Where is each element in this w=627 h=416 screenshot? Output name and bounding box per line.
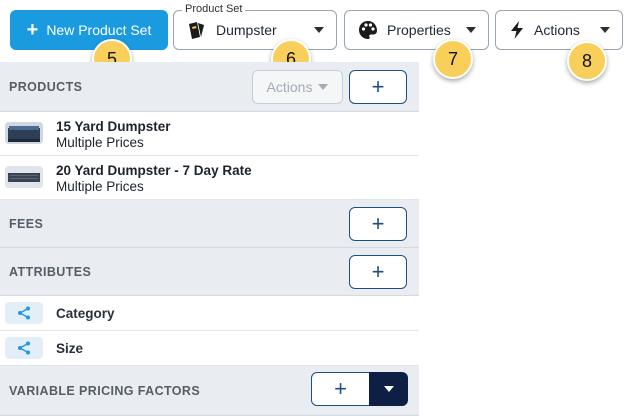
step-badge-8: 8 xyxy=(567,41,607,81)
chevron-down-icon xyxy=(318,84,329,90)
top-toolbar: + New Product Set Product Set Dumpster P… xyxy=(0,0,627,81)
attribute-label: Size xyxy=(56,341,84,356)
attribute-row[interactable]: Size xyxy=(0,331,419,366)
product-name: 15 Yard Dumpster xyxy=(56,119,171,134)
actions-label: Actions xyxy=(534,22,580,38)
variable-pricing-section-header: VARIABLE PRICING FACTORS + xyxy=(0,366,419,416)
fees-section-header: FEES + xyxy=(0,200,419,248)
products-section-title: PRODUCTS xyxy=(9,80,83,94)
product-subtitle: Multiple Prices xyxy=(56,135,144,150)
attribute-row[interactable]: Category xyxy=(0,296,419,331)
products-actions-label: Actions xyxy=(266,79,313,95)
chevron-down-icon xyxy=(600,27,610,33)
products-section-header: PRODUCTS Actions + xyxy=(0,62,419,112)
lightning-bolt-icon xyxy=(511,21,523,39)
dumpster-image-icon xyxy=(5,166,43,188)
product-set-select[interactable]: Product Set Dumpster xyxy=(173,3,337,50)
add-attribute-button[interactable]: + xyxy=(349,255,407,289)
new-product-set-button[interactable]: + New Product Set xyxy=(10,10,168,50)
add-product-button[interactable]: + xyxy=(349,70,407,104)
variable-pricing-section-title: VARIABLE PRICING FACTORS xyxy=(9,384,201,398)
attributes-section-title: ATTRIBUTES xyxy=(9,265,92,279)
products-actions-button[interactable]: Actions xyxy=(252,70,343,104)
dumpster-image-icon xyxy=(5,122,43,144)
share-icon xyxy=(5,302,43,324)
plus-icon: + xyxy=(26,19,39,41)
step-badge-7: 7 xyxy=(433,39,473,79)
product-set-panel: PRODUCTS Actions + 15 Yard Dumpster Mult… xyxy=(0,62,419,416)
actions-menu-button[interactable]: Actions xyxy=(495,10,623,50)
fees-section-title: FEES xyxy=(9,217,44,231)
share-icon xyxy=(5,337,43,359)
pricing-factor-dropdown-button[interactable] xyxy=(369,372,408,406)
attribute-label: Category xyxy=(56,306,115,321)
product-name: 20 Yard Dumpster - 7 Day Rate xyxy=(56,163,252,178)
add-fee-button[interactable]: + xyxy=(349,207,407,241)
dumpster-brand-icon xyxy=(189,22,204,39)
properties-label: Properties xyxy=(387,22,451,38)
product-thumbnail xyxy=(5,166,43,188)
product-subtitle: Multiple Prices xyxy=(56,179,144,194)
product-set-field-label: Product Set xyxy=(182,3,246,15)
chevron-down-icon xyxy=(466,27,476,33)
chevron-down-icon xyxy=(383,386,394,392)
add-pricing-factor-button[interactable]: + xyxy=(311,372,370,406)
product-set-value: Dumpster xyxy=(216,22,277,38)
product-row[interactable]: 20 Yard Dumpster - 7 Day Rate Multiple P… xyxy=(0,156,419,200)
product-thumbnail xyxy=(5,122,43,144)
new-product-set-label: New Product Set xyxy=(46,22,152,38)
palette-icon xyxy=(359,21,377,39)
chevron-down-icon xyxy=(314,27,324,33)
product-row[interactable]: 15 Yard Dumpster Multiple Prices xyxy=(0,112,419,156)
attributes-section-header: ATTRIBUTES + xyxy=(0,248,419,296)
